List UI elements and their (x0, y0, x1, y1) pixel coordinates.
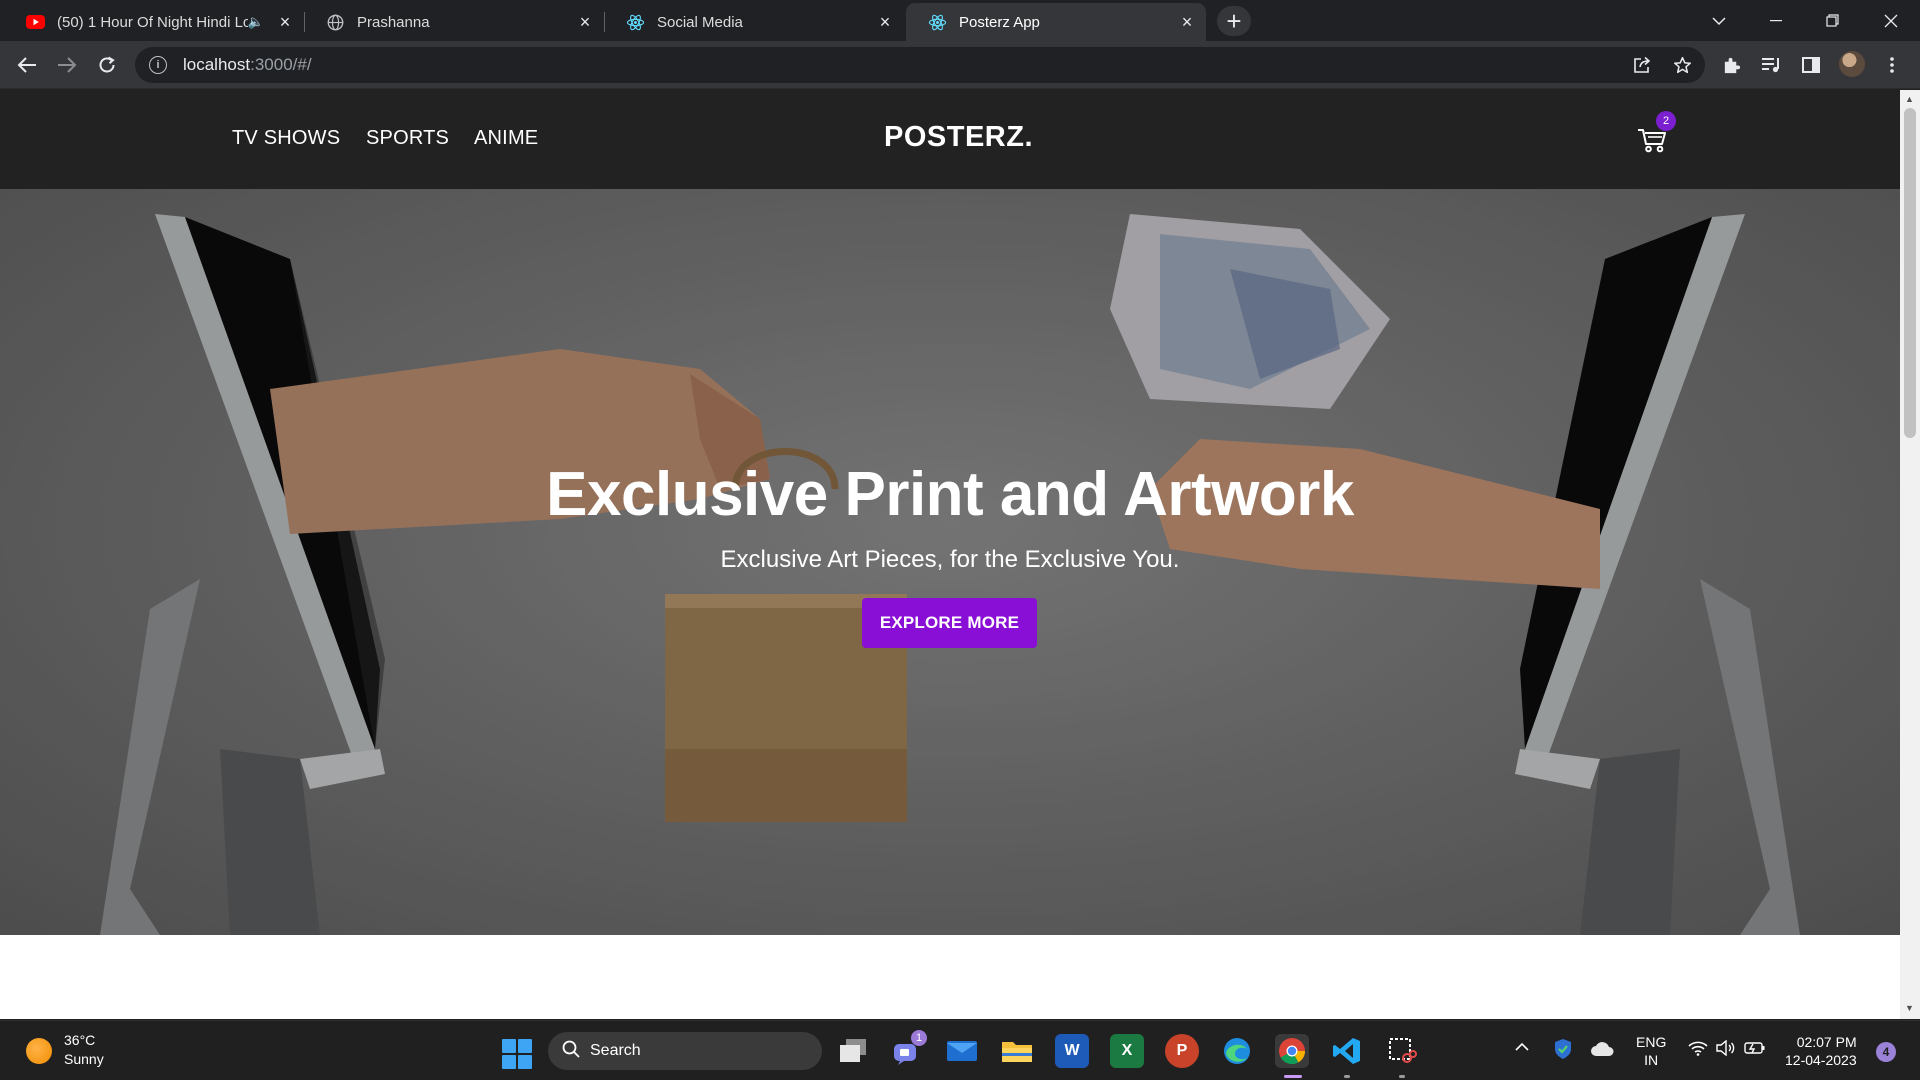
youtube-icon (26, 13, 45, 32)
close-window-button[interactable] (1868, 0, 1914, 41)
powerpoint-icon[interactable]: P (1165, 1034, 1199, 1068)
nav-link-sports[interactable]: SPORTS (366, 127, 449, 150)
tab-posterz-app[interactable]: Posterz App × (906, 3, 1206, 41)
minimize-button[interactable] (1753, 0, 1799, 41)
language-code: ENG (1636, 1034, 1667, 1050)
extensions-icon[interactable] (1715, 49, 1747, 81)
open-app-indicator (1344, 1075, 1350, 1078)
clock-date: 12-04-2023 (1785, 1052, 1857, 1068)
sun-weather-icon[interactable] (26, 1038, 52, 1064)
tab-title: Prashanna (357, 13, 430, 31)
browser-toolbar: i localhost:3000/#/ (0, 41, 1920, 89)
wifi-icon[interactable] (1688, 1040, 1708, 1060)
taskbar-search[interactable]: Search (548, 1032, 822, 1070)
chrome-icon[interactable] (1275, 1034, 1309, 1068)
file-explorer-icon[interactable] (1000, 1034, 1034, 1068)
restore-button[interactable] (1809, 0, 1855, 41)
profile-avatar[interactable] (1839, 51, 1865, 77)
tab-search-chevron-icon[interactable] (1696, 0, 1742, 41)
close-icon[interactable]: × (1178, 12, 1196, 32)
volume-icon[interactable] (1716, 1039, 1736, 1060)
scrollbar-thumb[interactable] (1904, 108, 1916, 438)
url-path: :3000/#/ (250, 55, 312, 74)
tab-prashanna[interactable]: Prashanna × (304, 3, 605, 41)
scroll-down-arrow-icon[interactable]: ▼ (1905, 1003, 1914, 1013)
globe-icon (326, 13, 345, 32)
tab-title: (50) 1 Hour Of Night Hindi Lo (57, 13, 248, 31)
tab-youtube[interactable]: (50) 1 Hour Of Night Hindi Lo 🔈 × (4, 3, 305, 41)
close-icon[interactable]: × (876, 12, 894, 32)
react-icon (626, 13, 645, 32)
scroll-up-arrow-icon[interactable]: ▲ (1905, 94, 1914, 104)
clock-time: 02:07 PM (1796, 1034, 1857, 1050)
windows-start-icon[interactable] (502, 1039, 532, 1069)
language-indicator[interactable]: ENG IN (1636, 1033, 1666, 1069)
tab-title: Social Media (657, 13, 743, 31)
speaker-icon[interactable]: 🔈 (248, 14, 264, 30)
react-icon (928, 13, 947, 32)
weather-description[interactable]: Sunny (64, 1051, 104, 1067)
word-icon[interactable]: W (1055, 1034, 1089, 1068)
site-navbar: TV SHOWS SPORTS ANIME POSTERZ. 2 (0, 90, 1900, 189)
cart-count-badge: 2 (1656, 111, 1676, 131)
new-tab-button[interactable]: + (1217, 6, 1251, 36)
explore-more-button[interactable]: EXPLORE MORE (862, 598, 1037, 648)
hero-title: Exclusive Print and Artwork (546, 460, 1354, 529)
menu-kebab-icon[interactable] (1876, 49, 1908, 81)
hero-banner: Exclusive Print and Artwork Exclusive Ar… (0, 189, 1900, 935)
address-bar[interactable]: i localhost:3000/#/ (135, 47, 1705, 83)
excel-icon[interactable]: X (1110, 1034, 1144, 1068)
media-control-icon[interactable] (1755, 49, 1787, 81)
task-view-icon[interactable] (836, 1034, 870, 1068)
nav-link-tv-shows[interactable]: TV SHOWS (232, 127, 340, 150)
back-button[interactable] (11, 49, 43, 81)
mail-icon[interactable] (945, 1034, 979, 1068)
side-panel-icon[interactable] (1795, 49, 1827, 81)
site-logo[interactable]: POSTERZ. (884, 121, 1033, 154)
region-code: IN (1644, 1052, 1659, 1068)
search-icon (562, 1040, 580, 1063)
show-hidden-icons-chevron[interactable] (1515, 1039, 1529, 1056)
search-label: Search (590, 1042, 641, 1059)
tab-strip: (50) 1 Hour Of Night Hindi Lo 🔈 × Prasha… (0, 0, 1920, 41)
teams-badge: 1 (911, 1030, 927, 1046)
system-clock[interactable]: 02:07 PM 12-04-2023 (1785, 1033, 1857, 1069)
site-info-icon[interactable]: i (149, 56, 167, 74)
snipping-tool-icon[interactable] (1385, 1034, 1419, 1068)
forward-button[interactable] (51, 49, 83, 81)
page-scrollbar[interactable]: ▲ ▼ (1900, 90, 1920, 1019)
close-icon[interactable]: × (576, 12, 594, 32)
url-host: localhost (183, 55, 251, 74)
security-shield-icon[interactable] (1553, 1038, 1573, 1064)
battery-icon[interactable] (1744, 1040, 1766, 1060)
bookmark-star-icon[interactable] (1666, 49, 1698, 81)
tab-social-media[interactable]: Social Media × (604, 3, 904, 41)
open-app-indicator (1399, 1075, 1405, 1078)
close-icon[interactable]: × (276, 12, 294, 32)
url-text[interactable]: localhost:3000/#/ (183, 55, 312, 75)
notification-count-badge[interactable]: 4 (1876, 1042, 1896, 1062)
reload-button[interactable] (91, 49, 123, 81)
tab-title: Posterz App (959, 13, 1040, 31)
windows-taskbar: 36°C Sunny Search 1 W X P ENG IN 02:07 P… (0, 1020, 1920, 1080)
hero-subtitle: Exclusive Art Pieces, for the Exclusive … (720, 546, 1180, 573)
nav-link-anime[interactable]: ANIME (474, 127, 538, 150)
page-viewport: TV SHOWS SPORTS ANIME POSTERZ. 2 Exclusi… (0, 90, 1900, 1019)
vscode-icon[interactable] (1330, 1034, 1364, 1068)
onedrive-cloud-icon[interactable] (1590, 1041, 1614, 1061)
edge-icon[interactable] (1220, 1034, 1254, 1068)
active-app-indicator (1284, 1075, 1302, 1078)
share-icon[interactable] (1626, 49, 1658, 81)
weather-temperature[interactable]: 36°C (64, 1032, 95, 1048)
